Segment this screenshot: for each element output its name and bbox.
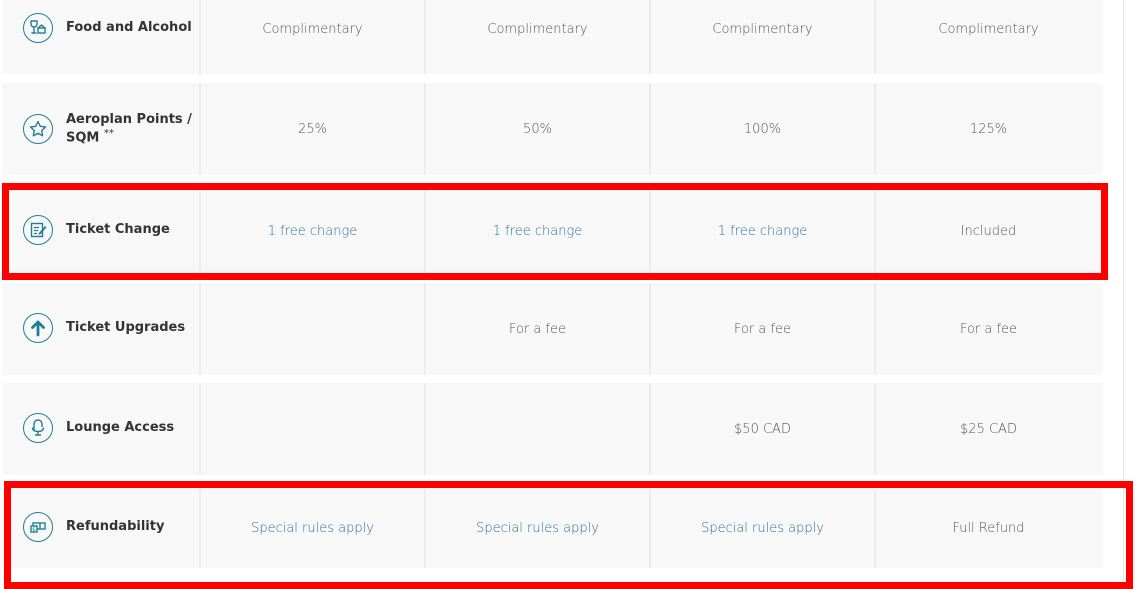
ticket-change-icon — [23, 214, 53, 245]
feature-row-food-alcohol: Food and Alcohol Complimentary Complimen… — [2, 0, 1103, 74]
feature-row-lounge-access: Lounge Access $50 CAD $25 CAD — [2, 383, 1103, 475]
footnote-marker: ** — [103, 127, 114, 139]
page-divider — [1123, 0, 1124, 589]
arrow-up-icon — [23, 313, 53, 343]
feature-row-ticket-change: Ticket Change 1 free change 1 free chang… — [2, 190, 1103, 273]
value-cell: Included — [960, 224, 1017, 239]
value-link[interactable]: Special rules apply — [426, 489, 651, 568]
row-label-text: Ticket Upgrades — [66, 320, 186, 335]
value-cell: 100% — [651, 83, 876, 175]
value-cell: Complimentary — [201, 0, 426, 74]
value-link[interactable]: 1 free change — [201, 190, 426, 273]
value-cell: For a fee — [959, 321, 1018, 337]
value-cell: Complimentary — [938, 21, 1039, 37]
value-cell: For a fee — [651, 283, 876, 375]
value-cell: 125% — [969, 121, 1008, 137]
feature-row-refundability: $ Refundability Special rules apply Spec… — [2, 489, 1103, 568]
value-cell: 25% — [201, 83, 426, 175]
row-label: Aeroplan Points / SQM ** — [2, 83, 201, 175]
row-label-main: Aeroplan Points / SQM — [66, 111, 192, 146]
value-cell: $25 CAD — [960, 421, 1017, 437]
value-cell — [201, 283, 426, 375]
star-icon — [23, 114, 53, 144]
row-label-text: Ticket Change — [66, 221, 170, 237]
value-cell: Complimentary — [426, 0, 651, 74]
lounge-chair-icon — [23, 413, 53, 443]
refund-money-icon: $ — [23, 511, 53, 542]
row-label: $ Refundability — [2, 489, 201, 568]
row-label-text: Food and Alcohol — [66, 20, 192, 35]
row-label-text: Refundability — [66, 518, 165, 534]
value-cell: Complimentary — [651, 0, 876, 74]
value-cell: $50 CAD — [651, 383, 876, 475]
feature-row-aeroplan-points: Aeroplan Points / SQM ** 25% 50% 100% 12… — [2, 83, 1103, 175]
value-link[interactable]: Special rules apply — [201, 489, 426, 568]
row-label: Food and Alcohol — [2, 0, 201, 74]
value-cell: For a fee — [426, 283, 651, 375]
svg-text:$: $ — [32, 527, 35, 533]
value-cell: Full Refund — [952, 521, 1025, 536]
row-label: Ticket Change — [2, 190, 201, 273]
value-cell — [426, 383, 651, 475]
row-label: Lounge Access — [2, 383, 201, 475]
row-label: Ticket Upgrades — [2, 283, 201, 375]
value-cell: 50% — [426, 83, 651, 175]
feature-row-ticket-upgrades: Ticket Upgrades For a fee For a fee For … — [2, 283, 1103, 375]
value-link[interactable]: 1 free change — [651, 190, 876, 273]
food-alcohol-icon — [23, 13, 53, 43]
row-label-text: Lounge Access — [66, 420, 175, 435]
value-link[interactable]: Special rules apply — [651, 489, 876, 568]
row-label-text: Aeroplan Points / SQM ** — [66, 111, 199, 146]
value-cell — [201, 383, 426, 475]
value-link[interactable]: 1 free change — [426, 190, 651, 273]
